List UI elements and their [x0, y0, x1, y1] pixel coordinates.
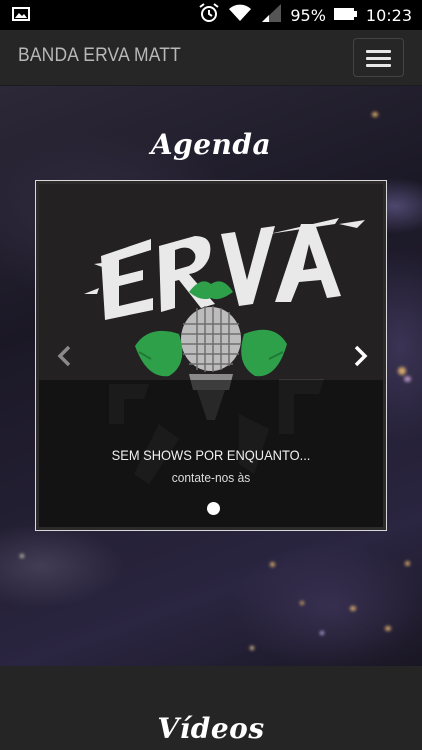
signal-icon: [260, 3, 282, 27]
slide-caption-subtitle: contate-nos às: [171, 470, 251, 485]
slide-caption-title: SEM SHOWS POR ENQUANTO...: [111, 447, 311, 463]
agenda-title: Agenda: [150, 128, 272, 161]
image-icon: [12, 6, 30, 26]
clock-time: 10:23: [365, 5, 412, 25]
menu-toggle-button[interactable]: [353, 38, 404, 77]
battery-percent: 95%: [290, 5, 326, 25]
chevron-right-icon[interactable]: [351, 344, 371, 368]
navbar: BANDA ERVA MATT: [0, 30, 422, 86]
carousel-indicator[interactable]: [207, 502, 220, 515]
battery-icon: [333, 6, 358, 25]
wifi-icon: [228, 3, 252, 27]
videos-title: Vídeos: [157, 712, 265, 745]
agenda-carousel[interactable]: SEM SHOWS POR ENQUANTO... contate-nos às: [35, 180, 387, 531]
brand-link[interactable]: BANDA ERVA MATT: [18, 45, 181, 67]
chevron-left-icon[interactable]: [54, 344, 74, 368]
alarm-icon: [198, 2, 220, 28]
status-bar: 95% 10:23: [0, 0, 422, 30]
